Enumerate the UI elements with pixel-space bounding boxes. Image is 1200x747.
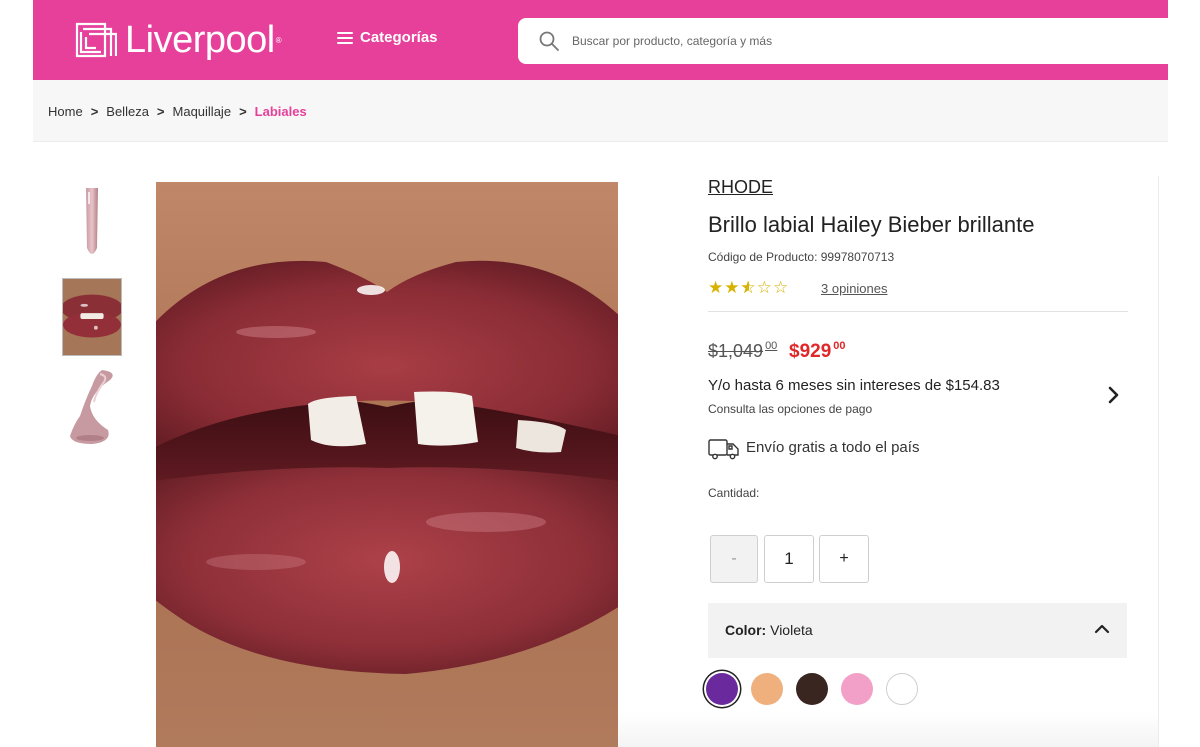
breadcrumb-home[interactable]: Home <box>48 104 83 119</box>
original-price-amount: $1,049 <box>708 341 764 361</box>
installments-text[interactable]: Y/o hasta 6 meses sin intereses de $154.… <box>708 377 1000 394</box>
breadcrumb-current: Labiales <box>254 104 307 119</box>
logo-wordmark: Liverpool <box>125 19 275 61</box>
liverpool-logo[interactable]: Liverpool ® <box>75 21 282 59</box>
original-price-cents: 00 <box>765 340 778 352</box>
thumbnail-lip-gloss-tube[interactable] <box>62 186 122 262</box>
color-swatches <box>706 673 931 705</box>
categories-menu-button[interactable]: Categorías <box>337 29 438 46</box>
sale-price-cents: 00 <box>833 340 846 352</box>
color-selected-value: Violeta <box>770 622 813 638</box>
star-empty-icon: ☆ <box>756 278 773 297</box>
sale-price: $929 00 <box>789 340 846 363</box>
color-swatch-blanco[interactable] <box>886 673 918 705</box>
search-input[interactable] <box>570 33 1134 49</box>
quantity-input[interactable]: 1 <box>764 535 814 583</box>
sale-price-amount: $929 <box>789 341 832 362</box>
panel-border <box>1158 176 1159 747</box>
search-bar[interactable] <box>518 18 1198 64</box>
divider <box>708 311 1128 312</box>
product-main-image[interactable] <box>156 182 618 747</box>
site-header: Liverpool ® Categorías <box>33 0 1198 80</box>
hamburger-icon <box>337 31 353 44</box>
breadcrumb-separator: > <box>90 104 99 119</box>
breadcrumb: Home > Belleza > Maquillaje > Labiales <box>48 104 307 119</box>
star-full-icon: ★ <box>724 278 741 297</box>
star-full-icon: ★ <box>708 278 725 297</box>
color-swatch-durazno[interactable] <box>751 673 783 705</box>
scroll-fade <box>618 712 1158 747</box>
product-title: Brillo labial Hailey Bieber brillante <box>708 212 1035 237</box>
product-brand-link[interactable]: RHODE <box>708 177 773 198</box>
product-code: Código de Producto: 99978070713 <box>708 250 895 264</box>
breadcrumb-separator: > <box>156 104 165 119</box>
truck-icon <box>708 439 739 460</box>
quantity-decrease-button[interactable]: - <box>710 535 758 583</box>
color-swatch-cafe[interactable] <box>796 673 828 705</box>
color-selector-toggle[interactable]: Color: Violeta <box>708 603 1127 658</box>
liverpool-logo-icon <box>75 22 117 58</box>
star-half-icon: ★ ☆ <box>740 278 757 297</box>
rating-stars[interactable]: ★ ★ ★ ☆ ☆ ☆ <box>708 278 789 298</box>
breadcrumb-belleza[interactable]: Belleza <box>106 104 149 119</box>
quantity-increase-button[interactable]: + <box>819 535 869 583</box>
free-shipping-text: Envío gratis a todo el país <box>746 439 920 456</box>
color-swatch-violeta[interactable] <box>706 673 738 705</box>
breadcrumb-maquillaje[interactable]: Maquillaje <box>173 104 232 119</box>
original-price: $1,049 00 <box>708 340 778 362</box>
installments-subtext: Consulta las opciones de pago <box>708 402 873 416</box>
search-icon[interactable] <box>538 30 560 52</box>
color-label-key: Color: <box>725 622 767 638</box>
logo-registered-mark: ® <box>275 35 282 45</box>
chevron-up-icon <box>1094 624 1110 634</box>
reviews-link[interactable]: 3 opiniones <box>821 281 888 296</box>
color-label: Color: Violeta <box>725 622 813 638</box>
chevron-right-icon[interactable] <box>1107 385 1121 405</box>
color-swatch-rosa[interactable] <box>841 673 873 705</box>
thumbnail-gloss-swirl[interactable] <box>62 368 122 448</box>
quantity-label: Cantidad: <box>708 486 760 500</box>
breadcrumb-bar: Home > Belleza > Maquillaje > Labiales <box>33 80 1168 142</box>
categories-label: Categorías <box>360 29 438 46</box>
breadcrumb-separator: > <box>239 104 247 119</box>
star-empty-icon: ☆ <box>773 278 790 297</box>
thumbnail-lips-closeup[interactable] <box>62 278 122 356</box>
